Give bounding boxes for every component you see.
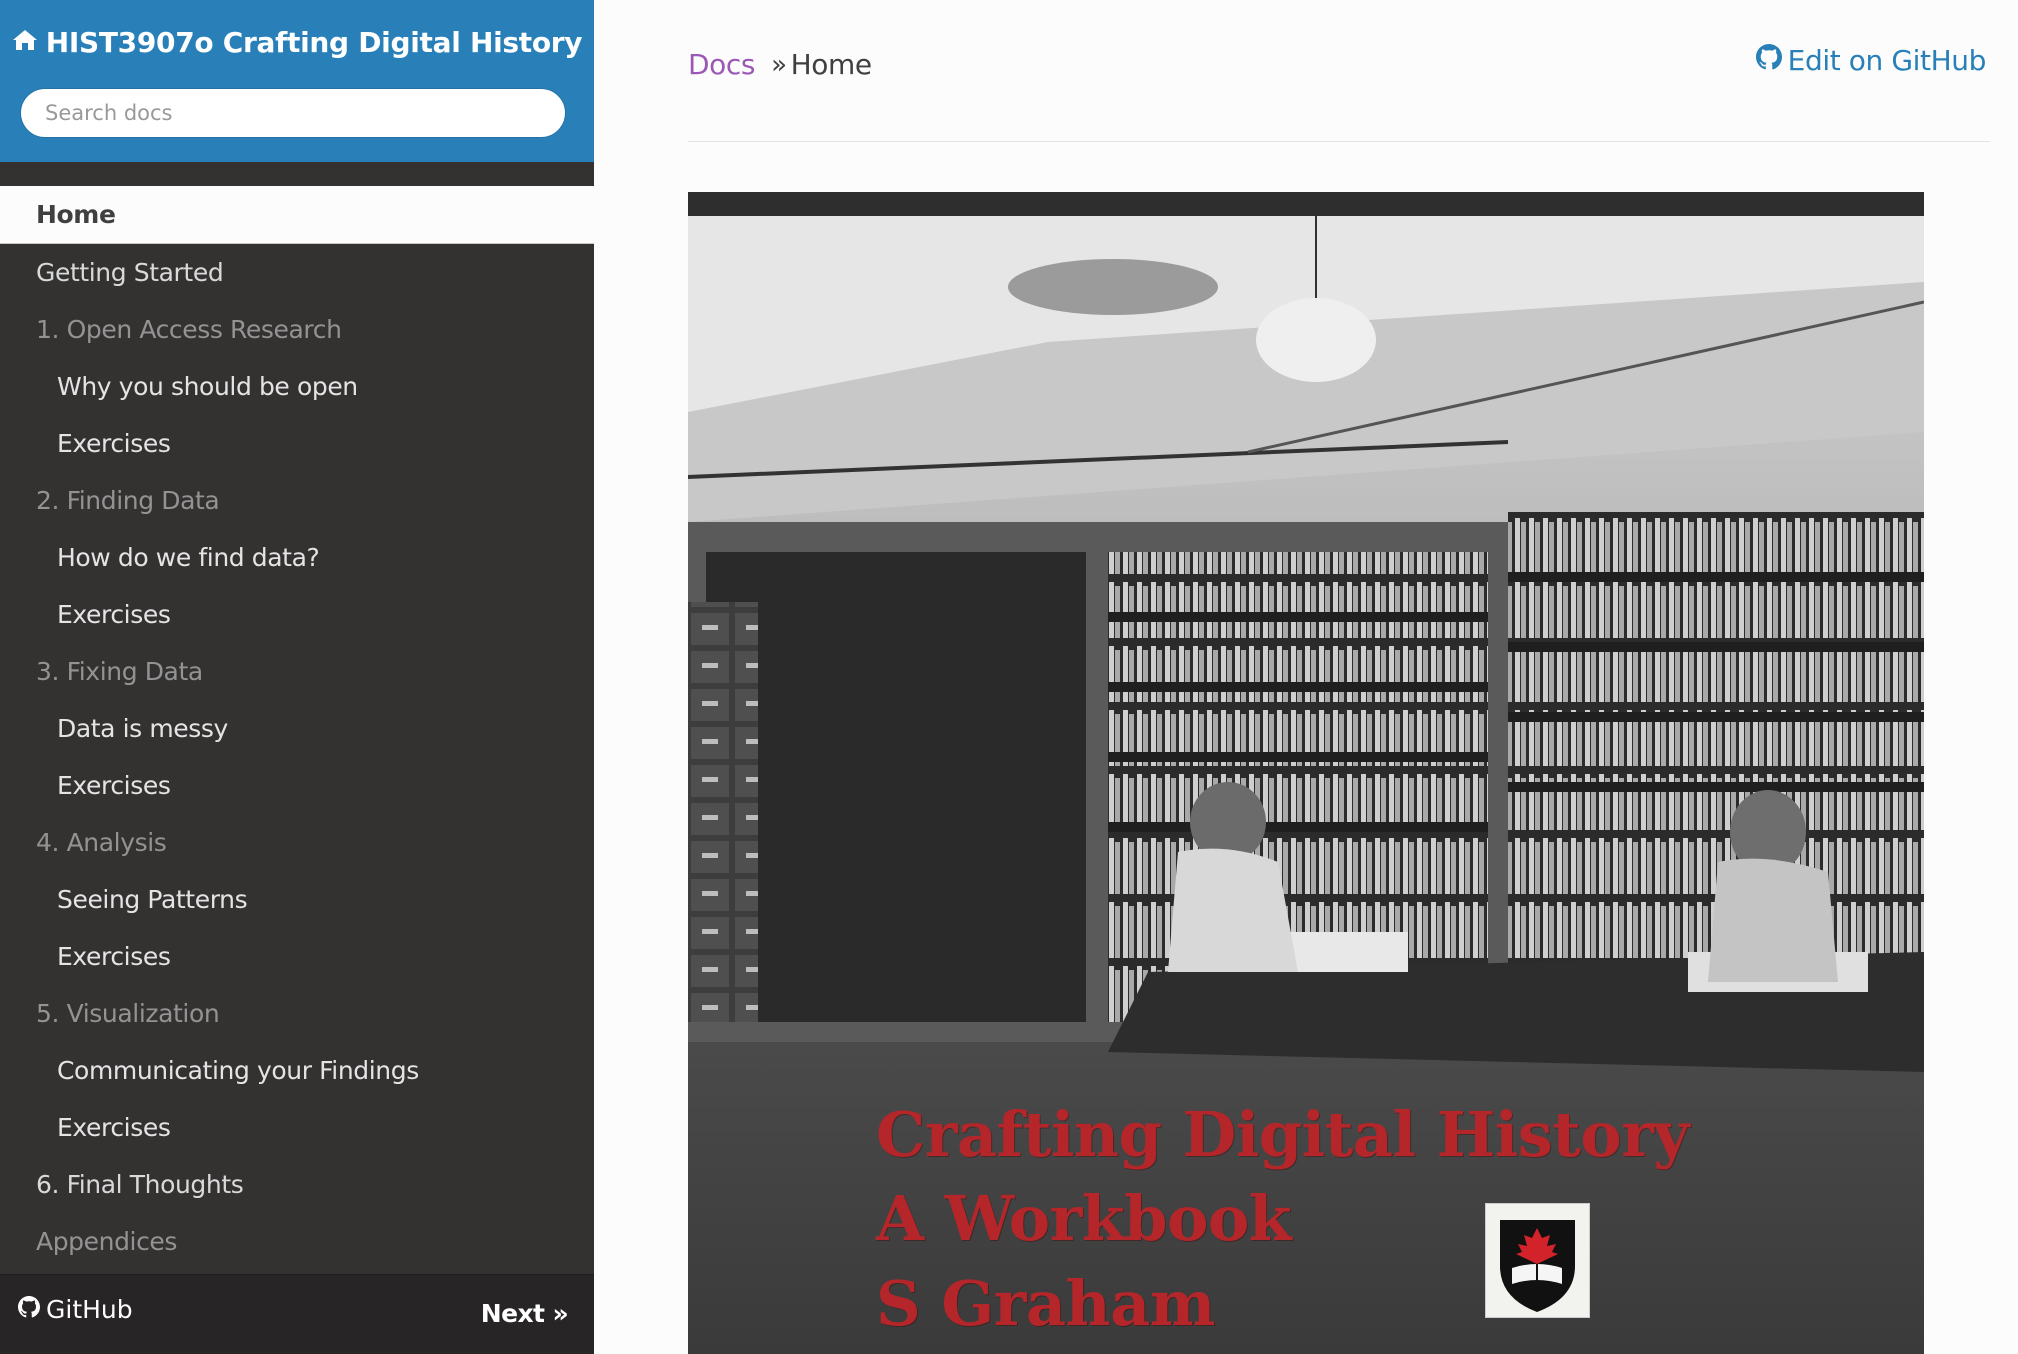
sidebar-item-seeing-patterns[interactable]: Seeing Patterns: [0, 871, 594, 928]
breadcrumb-docs-link[interactable]: Docs: [688, 48, 755, 81]
sidebar-item-why-you-should-be-open[interactable]: Why you should be open: [0, 358, 594, 415]
university-crest-logo: [1485, 1203, 1590, 1318]
sidebar-item-data-is-messy[interactable]: Data is messy: [0, 700, 594, 757]
search-input[interactable]: [20, 88, 566, 138]
breadcrumb-separator: »: [771, 49, 787, 80]
edit-on-github-link[interactable]: Edit on GitHub: [1755, 44, 1987, 77]
sidebar-item-1-open-access-research[interactable]: 1. Open Access Research: [0, 301, 594, 358]
breadcrumb-current: Home: [790, 48, 872, 81]
github-link[interactable]: GitHub: [18, 1295, 133, 1324]
sidebar-item-home[interactable]: Home: [0, 186, 594, 244]
sidebar-item-exercises[interactable]: Exercises: [0, 586, 594, 643]
home-icon: [12, 26, 46, 59]
sidebar-nav: Home Getting Started 1. Open Access Resear…: [0, 186, 594, 1270]
sidebar-item-communicating-your-findings[interactable]: Communicating your Findings: [0, 1042, 594, 1099]
cover-title-line-3: S Graham: [876, 1267, 1216, 1340]
sidebar-item-getting-started[interactable]: Getting Started: [0, 244, 594, 301]
sidebar-item-exercises[interactable]: Exercises: [0, 928, 594, 985]
main-content: Docs » Home Edit on GitHub Crafting Digi…: [594, 0, 2018, 1354]
sidebar-item-appendices[interactable]: Appendices: [0, 1213, 594, 1270]
sidebar-item-5-visualization[interactable]: 5. Visualization: [0, 985, 594, 1042]
breadcrumb: Docs » Home: [688, 48, 872, 81]
next-page-link[interactable]: Next »: [481, 1299, 569, 1328]
header-divider: [688, 141, 1990, 142]
project-home-link[interactable]: HIST3907o Crafting Digital History: [0, 22, 594, 62]
sidebar-item-3-fixing-data[interactable]: 3. Fixing Data: [0, 643, 594, 700]
project-title: HIST3907o Crafting Digital History: [45, 25, 583, 59]
sidebar-item-exercises[interactable]: Exercises: [0, 757, 594, 814]
sidebar-item-6-final-thoughts[interactable]: 6. Final Thoughts: [0, 1156, 594, 1213]
sidebar-item-4-analysis[interactable]: 4. Analysis: [0, 814, 594, 871]
cover-title-line-2: A Workbook: [876, 1182, 1292, 1255]
sidebar: HIST3907o Crafting Digital History HomeG…: [0, 0, 594, 1354]
library-photo: [688, 192, 1924, 1354]
sidebar-header: HIST3907o Crafting Digital History: [0, 0, 594, 162]
sidebar-item-how-do-we-find-data[interactable]: How do we find data?: [0, 529, 594, 586]
github-icon: [1755, 44, 1788, 77]
edit-on-github-label: Edit on GitHub: [1787, 44, 1987, 77]
cover-image: Crafting Digital History A Workbook S Gr…: [688, 192, 1924, 1354]
sidebar-item-2-finding-data[interactable]: 2. Finding Data: [0, 472, 594, 529]
github-label: GitHub: [46, 1295, 133, 1324]
cover-title-line-1: Crafting Digital History: [876, 1098, 1689, 1171]
github-icon: [18, 1295, 46, 1324]
sidebar-item-exercises[interactable]: Exercises: [0, 1099, 594, 1156]
sidebar-footer: GitHub Next »: [0, 1274, 594, 1354]
sidebar-item-exercises[interactable]: Exercises: [0, 415, 594, 472]
